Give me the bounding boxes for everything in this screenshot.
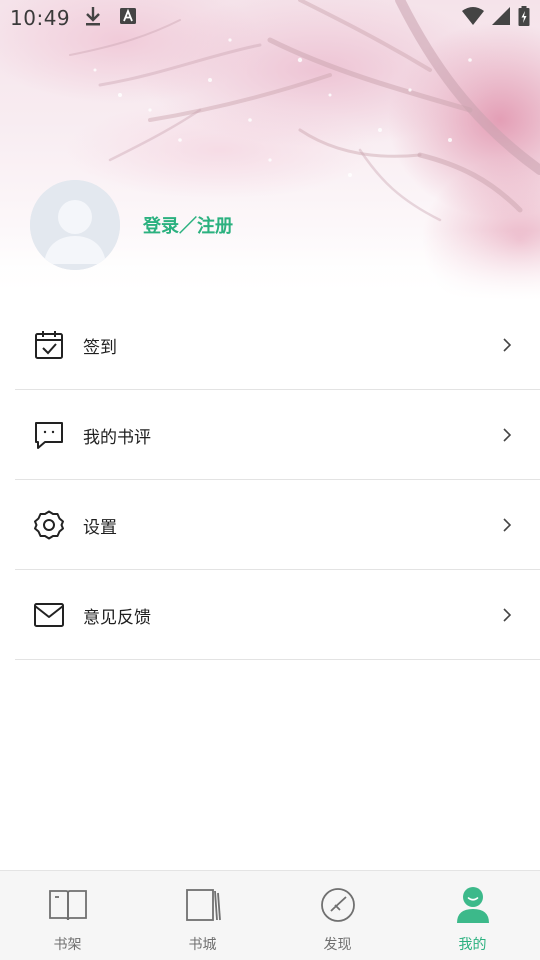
- nav-tab-mine[interactable]: 我的: [405, 871, 540, 960]
- menu-item-label: 意见反馈: [83, 607, 151, 628]
- settings-menu: 签到 我的书评 设置 意见反馈: [0, 300, 540, 660]
- menu-item-feedback[interactable]: 意见反馈: [0, 570, 540, 660]
- status-time: 10:49: [10, 6, 71, 30]
- open-book-icon: [48, 887, 88, 923]
- menu-item-settings[interactable]: 设置: [0, 480, 540, 570]
- download-icon: [84, 6, 102, 30]
- nav-tab-label: 发现: [323, 937, 352, 953]
- avatar[interactable]: [30, 180, 120, 270]
- nav-tab-label: 书架: [53, 937, 82, 953]
- menu-item-label: 我的书评: [83, 427, 151, 448]
- nav-tab-bookstore[interactable]: 书城: [135, 871, 270, 960]
- menu-item-my-reviews[interactable]: 我的书评: [0, 390, 540, 480]
- login-register-link[interactable]: 登录／注册: [143, 212, 233, 238]
- chevron-right-icon: [502, 517, 512, 533]
- person-icon: [453, 887, 493, 923]
- font-a-icon: [120, 8, 137, 28]
- book-store-icon: [183, 887, 223, 923]
- nav-tab-label: 书城: [188, 937, 217, 953]
- chevron-right-icon: [502, 607, 512, 623]
- battery-charging-icon: [518, 6, 530, 30]
- wifi-icon: [462, 7, 484, 29]
- chat-bubble-icon: [33, 420, 65, 450]
- menu-item-label: 签到: [83, 337, 117, 358]
- envelope-icon: [33, 600, 65, 630]
- menu-item-label: 设置: [83, 517, 117, 538]
- menu-item-check-in[interactable]: 签到: [0, 300, 540, 390]
- compass-icon: [318, 887, 358, 923]
- cell-signal-icon: [492, 7, 510, 29]
- calendar-check-icon: [33, 330, 65, 360]
- nav-tab-discover[interactable]: 发现: [270, 871, 405, 960]
- chevron-right-icon: [502, 337, 512, 353]
- gear-icon: [33, 510, 65, 540]
- nav-tab-bookshelf[interactable]: 书架: [0, 871, 135, 960]
- default-avatar-icon: [30, 180, 120, 270]
- bottom-navigation: 书架 书城 发现 我的: [0, 870, 540, 960]
- status-bar: 10:49: [0, 0, 540, 36]
- nav-tab-label: 我的: [458, 937, 487, 953]
- chevron-right-icon: [502, 427, 512, 443]
